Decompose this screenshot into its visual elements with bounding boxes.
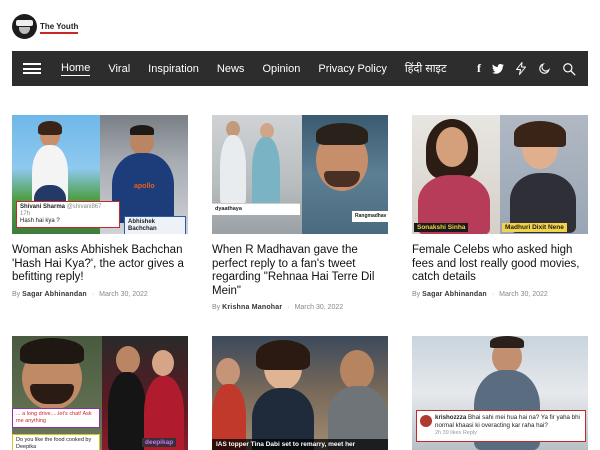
nav-icons: f <box>477 51 576 86</box>
nav-item-inspiration[interactable]: Inspiration <box>148 63 199 75</box>
article-thumbnail[interactable]: Sonakshi Sinha Madhuri Dixit Nene <box>412 115 588 234</box>
article-card: dyaathaya Rangmadhav When R Madhavan gav… <box>212 115 388 311</box>
article-date: March 30, 2022 <box>99 290 148 298</box>
comment-overlay: krishozzza Bhai sahi mei hua hai na? Ya … <box>416 410 586 442</box>
headline-strip: IAS topper Tina Dabi set to remarry, mee… <box>212 439 388 450</box>
article-card: krishozzza Bhai sahi mei hua hai na? Ya … <box>412 336 588 450</box>
article-thumbnail[interactable]: ... a long drive.....let's chat! Ask me … <box>12 336 188 450</box>
logo-emblem-icon <box>12 13 37 39</box>
search-icon[interactable] <box>562 62 576 76</box>
nav-item-hindi-site[interactable]: हिंदी साइट <box>405 61 447 76</box>
site-logo[interactable]: The Youth <box>12 13 79 39</box>
commenter-avatar <box>420 415 432 427</box>
author-link[interactable]: Sagar Abhinandan <box>422 291 487 298</box>
article-thumbnail[interactable]: IAS topper Tina Dabi set to remarry, mee… <box>212 336 388 450</box>
jersey-text: apollo <box>134 183 155 190</box>
logo-underline <box>40 32 79 34</box>
article-thumbnail[interactable]: apollo Shivani Sharma @shivani867 · 17h … <box>12 115 188 234</box>
article-card: IAS topper Tina Dabi set to remarry, mee… <box>212 336 388 450</box>
author-link[interactable]: Krishna Manohar <box>222 304 282 311</box>
main-navigation: Home Viral Inspiration News Opinion Priv… <box>12 51 588 86</box>
name-tag: Sonakshi Sinha <box>414 223 469 232</box>
nav-item-news[interactable]: News <box>217 63 245 75</box>
article-meta: By Sagar Abhinandan · March 30, 2022 <box>412 290 548 298</box>
article-card: ... a long drive.....let's chat! Ask me … <box>12 336 188 450</box>
article-card: Sonakshi Sinha Madhuri Dixit Nene Female… <box>412 115 588 298</box>
nav-item-home[interactable]: Home <box>61 62 91 76</box>
nav-item-viral[interactable]: Viral <box>108 63 130 75</box>
article-card: apollo Shivani Sharma @shivani867 · 17h … <box>12 115 188 298</box>
facebook-icon[interactable]: f <box>477 61 481 76</box>
tweet-overlay: dyaathaya <box>212 203 300 215</box>
logo-text: The Youth <box>40 22 79 34</box>
article-meta: By Krishna Manohar · March 30, 2022 <box>212 304 344 311</box>
author-link[interactable]: Sagar Abhinandan <box>22 291 87 298</box>
article-date: March 30, 2022 <box>294 304 344 311</box>
tweet-overlay: Shivani Sharma @shivani867 · 17h Hash ha… <box>16 201 120 228</box>
reply-overlay: Abhishek Bachchan <box>124 216 186 234</box>
name-tag: deepikap <box>142 438 177 447</box>
article-date: March 30, 2022 <box>499 290 548 298</box>
article-thumbnail[interactable]: dyaathaya Rangmadhav <box>212 115 388 234</box>
article-meta: By Sagar Abhinandan · March 30, 2022 <box>12 290 148 298</box>
dark-mode-icon[interactable] <box>538 62 551 75</box>
nav-item-privacy-policy[interactable]: Privacy Policy <box>318 63 386 75</box>
chat-overlay: Do you like the food cooked by Deepika <box>12 434 100 450</box>
hamburger-menu-icon[interactable] <box>23 63 41 74</box>
nav-menu: Home Viral Inspiration News Opinion Priv… <box>61 51 465 86</box>
article-title[interactable]: Female Celebs who asked high fees and lo… <box>412 244 588 285</box>
article-title[interactable]: Woman asks Abhishek Bachchan 'Hash Hai K… <box>12 244 188 285</box>
reply-overlay: Rangmadhav <box>352 211 388 222</box>
flash-icon[interactable] <box>515 62 527 75</box>
name-tag: Madhuri Dixit Nene <box>502 223 567 232</box>
twitter-icon[interactable] <box>492 63 504 74</box>
chat-overlay: ... a long drive.....let's chat! Ask me … <box>12 408 100 428</box>
nav-item-opinion[interactable]: Opinion <box>262 63 300 75</box>
article-title[interactable]: When R Madhavan gave the perfect reply t… <box>212 244 388 298</box>
article-thumbnail[interactable]: krishozzza Bhai sahi mei hua hai na? Ya … <box>412 336 588 450</box>
